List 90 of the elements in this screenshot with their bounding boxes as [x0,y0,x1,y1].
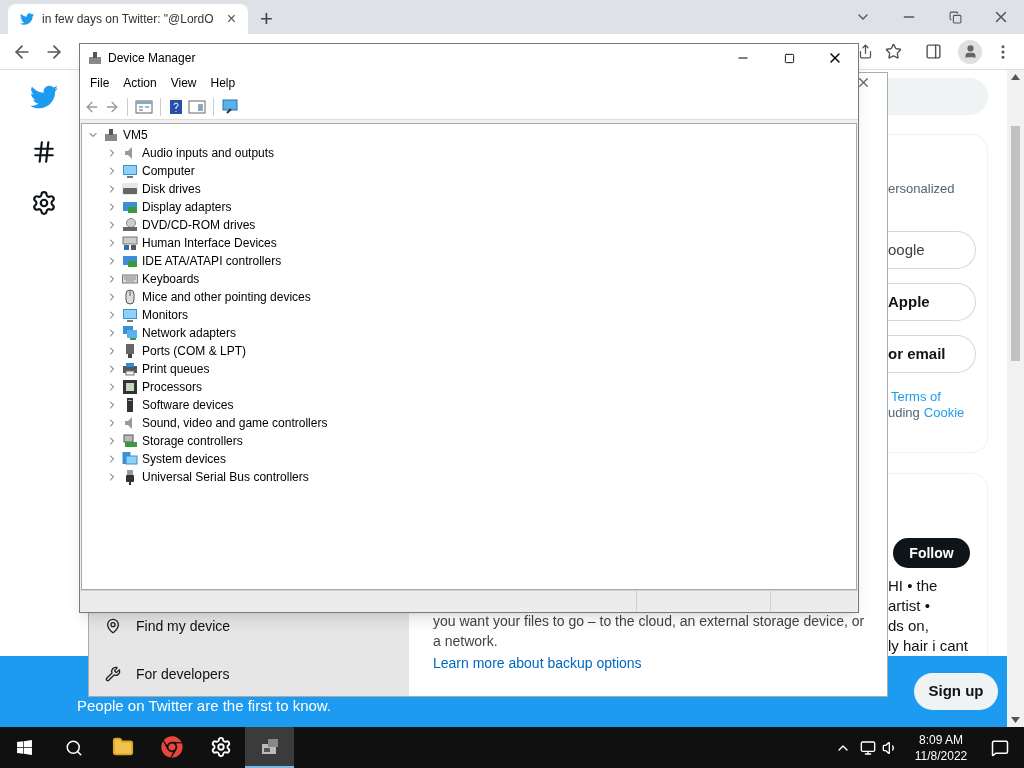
side-panel-icon[interactable] [925,43,942,60]
banner-subtitle: People on Twitter are the first to know. [77,695,333,716]
system-icon [122,451,138,467]
maximize-icon[interactable] [783,52,795,64]
scroll-down-icon[interactable] [1011,717,1020,723]
backup-link[interactable]: Learn more about backup options [433,653,887,674]
star-icon[interactable] [885,43,902,60]
tree-row[interactable]: Display adapters [87,198,856,216]
settings-icon[interactable] [31,190,57,216]
adapter-card-icon [122,199,138,215]
share-icon[interactable] [858,44,873,59]
tree-row[interactable]: Universal Serial Bus controllers [87,468,856,486]
scroll-up-icon[interactable] [1011,74,1020,80]
notifications-icon[interactable] [991,738,1009,757]
scrollbar[interactable] [1007,70,1024,727]
bio-text: ds on, [888,616,930,636]
adapter-card-icon [122,253,138,269]
tab-title: in few days on Twitter: "@LordO [42,11,215,28]
tree-row[interactable]: Sound, video and game controllers [87,414,856,432]
clock-date: 11/8/2022 [914,747,968,764]
tree-row[interactable]: Audio inputs and outputs [87,144,856,162]
disc-drive-icon [122,217,138,233]
menu-item[interactable]: Help [203,74,243,92]
taskbar-app[interactable] [245,727,294,768]
search-field[interactable] [888,78,988,115]
card-text: ersonalized [888,181,956,197]
tree-row[interactable]: Storage controllers [87,432,856,450]
window-title: Device Manager [108,50,196,67]
browser-icon [160,735,183,758]
menu-item[interactable]: View [163,74,204,92]
settings-icon [209,735,232,758]
network-icon[interactable] [860,739,876,756]
scan-monitor-icon[interactable] [221,98,239,115]
tree-row[interactable]: Ports (COM & LPT) [87,342,856,360]
locate-icon [105,618,121,634]
network-icon [122,325,138,341]
profile-avatar[interactable] [958,39,982,64]
tree-row[interactable]: Network adapters [87,324,856,342]
search-icon [64,738,83,757]
printer-icon [122,361,138,377]
bird-icon[interactable] [30,83,58,111]
tree-row[interactable]: Mice and other pointing devices [87,288,856,306]
menu-item[interactable]: Action [116,74,164,92]
tree-row[interactable]: Human Interface Devices [87,234,856,252]
computer-icon [103,127,119,143]
monitor-icon [122,307,138,323]
menu-item[interactable]: File [83,74,117,92]
tree-row[interactable]: System devices [87,450,856,468]
monitor-icon [122,163,138,179]
browser-tab[interactable]: in few days on Twitter: "@LordO × [8,4,248,34]
hashtag-icon[interactable] [31,139,57,165]
scrollbar-thumb[interactable] [1011,126,1020,361]
mouse-icon [122,289,138,305]
tree-row[interactable]: Print queues [87,360,856,378]
input-device-icon [122,235,138,251]
tree-row[interactable]: Keyboards [87,270,856,288]
bird-icon [20,12,34,26]
new-tab-button[interactable]: + [260,8,273,30]
body-text: you want your files to go – to the cloud, an external storage device, or [433,612,866,631]
tree-row[interactable]: Monitors [87,306,856,324]
windows-icon [16,739,33,756]
tree-row[interactable]: Disk drives [87,180,856,198]
device-manager-icon [87,50,103,66]
properties-icon[interactable] [135,98,153,115]
storage-controller-icon [122,433,138,449]
sidebar-item[interactable]: For developers [89,661,409,687]
terms-text: uding [888,405,920,421]
processor-icon [122,379,138,395]
body-text: a network. [433,632,499,651]
keyboard-icon [122,271,138,287]
tree-row[interactable]: IDE ATA/ATAPI controllers [87,252,856,270]
tools-icon [105,666,121,682]
sidebar-item[interactable]: Find my device [89,613,409,639]
bio-text: artist • [888,596,931,616]
follow-button[interactable]: Follow [893,538,970,568]
bio-text: HI • the [888,576,939,596]
drive-icon [122,181,138,197]
tree-row[interactable]: VM5 [87,126,856,144]
clock-time: 8:09 AM [919,731,963,748]
bio-text: ly hair i cant [888,636,970,656]
signup-button[interactable]: Sign up [914,673,998,710]
tree-row[interactable]: Computer [87,162,856,180]
clock[interactable]: 8:09 AM 11/8/2022 [906,731,976,764]
help-icon[interactable] [168,98,184,115]
tab-close-button[interactable]: × [226,7,236,31]
tree-row[interactable]: DVD/CD-ROM drives [87,216,856,234]
folder-icon [111,735,134,758]
tree-row[interactable]: Processors [87,378,856,396]
tree-row[interactable]: Software devices [87,396,856,414]
restore-icon[interactable] [948,10,962,24]
